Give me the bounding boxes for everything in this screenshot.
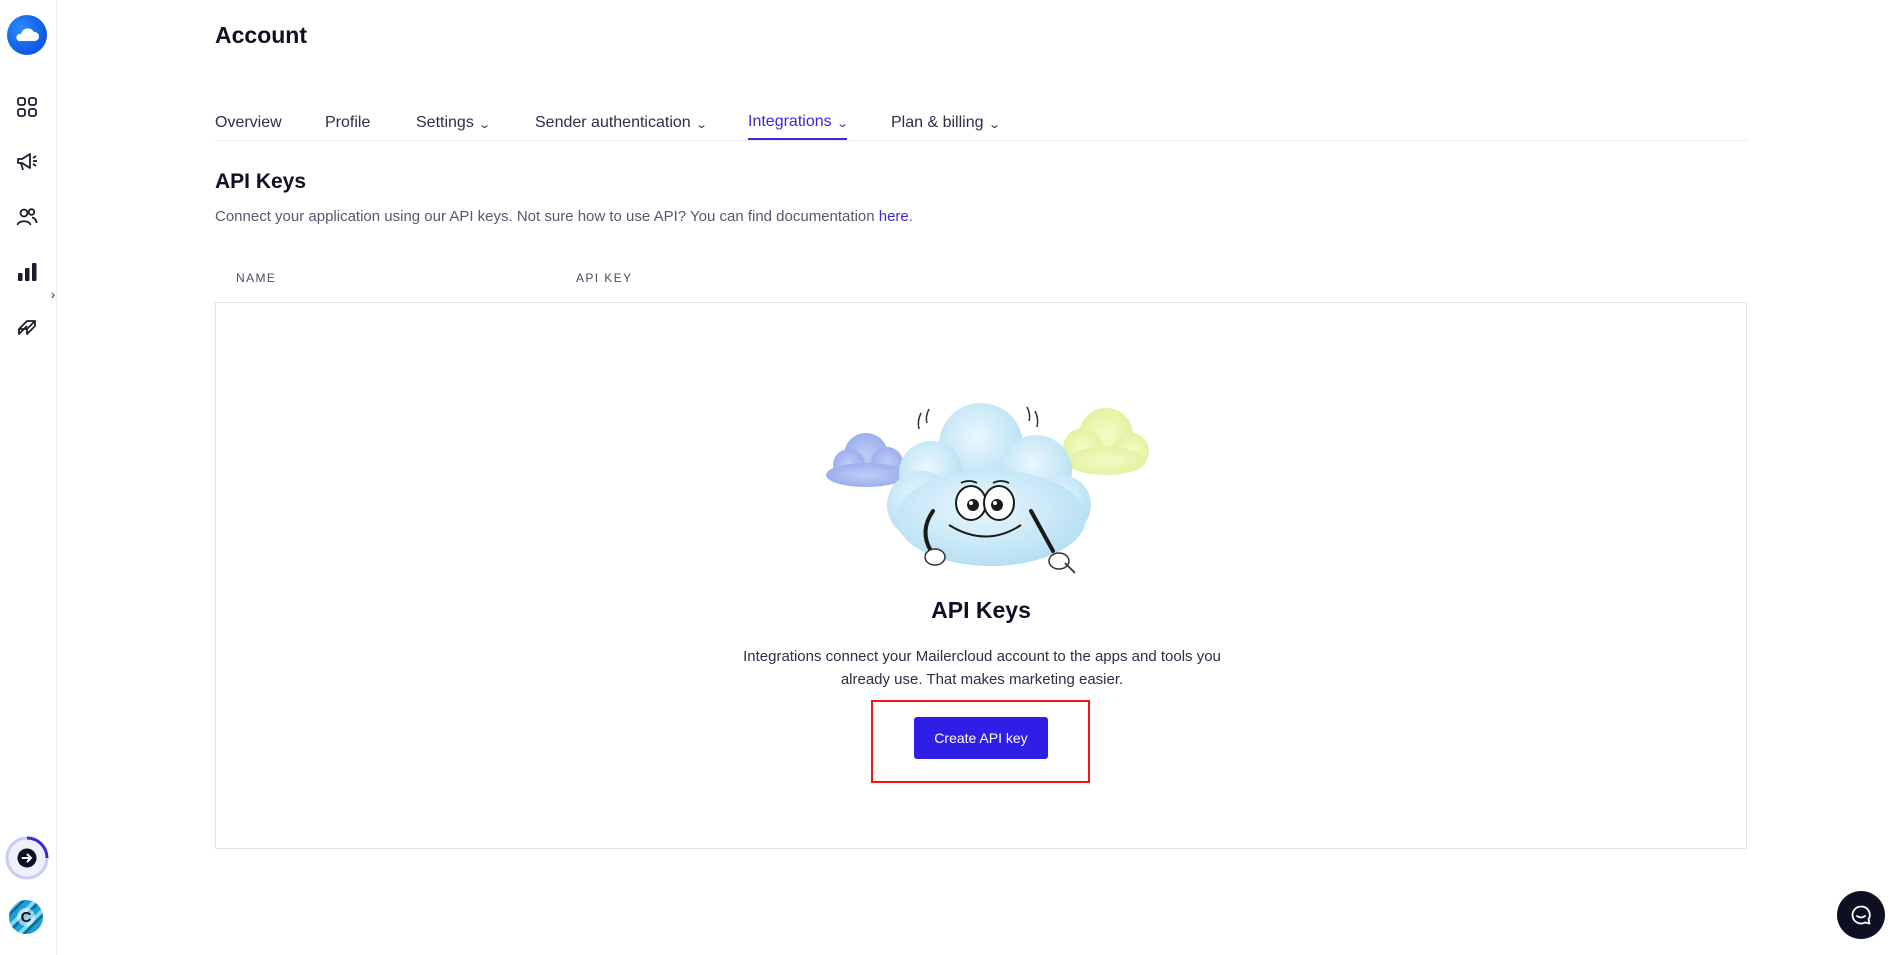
tab-settings[interactable]: Settings ⌄ <box>416 106 491 140</box>
avatar[interactable]: C <box>9 900 43 934</box>
contacts-icon[interactable] <box>12 202 42 232</box>
section-title: API Keys <box>215 170 307 193</box>
chevron-down-icon: ⌄ <box>987 118 1001 131</box>
tab-label: Integrations <box>748 113 832 130</box>
tab-label: Plan & billing <box>891 114 984 131</box>
section-description: Connect your application using our API k… <box>215 208 913 225</box>
sidebar: › C <box>0 0 57 955</box>
campaigns-icon[interactable] <box>12 147 42 177</box>
page-title: Account <box>215 22 307 48</box>
automation-icon[interactable] <box>12 312 42 342</box>
tab-label: Sender authentication <box>535 114 691 131</box>
column-header-name[interactable]: NAME <box>236 271 276 285</box>
collapse-sidebar-button[interactable]: › <box>47 286 59 302</box>
dashboard-icon[interactable] <box>12 92 42 122</box>
description-suffix: . <box>908 208 913 225</box>
tab-overview[interactable]: Overview <box>215 106 282 140</box>
tab-plan-billing[interactable]: Plan & billing ⌄ <box>891 106 1001 140</box>
tab-label: Settings <box>416 114 474 131</box>
empty-state-description: Integrations connect your Mailercloud ac… <box>743 648 1221 688</box>
column-header-api-key[interactable]: API KEY <box>576 271 633 285</box>
tab-profile[interactable]: Profile <box>325 106 370 140</box>
chat-support-button[interactable] <box>1837 891 1885 939</box>
description-text: Connect your application using our API k… <box>215 208 879 225</box>
tab-integrations[interactable]: Integrations ⌄ <box>748 106 849 140</box>
tab-label: Overview <box>215 114 282 131</box>
api-keys-table: API Keys Integrations connect your Maile… <box>215 302 1747 849</box>
cloud-mascot-illustration <box>826 403 1149 574</box>
chevron-down-icon: ⌄ <box>835 117 849 130</box>
reports-icon[interactable] <box>12 257 42 287</box>
cloud-icon <box>16 28 40 41</box>
onboarding-progress-button[interactable] <box>4 835 50 881</box>
mailercloud-logo[interactable] <box>7 15 47 55</box>
empty-state-title: API Keys <box>931 597 1031 623</box>
tab-sender-authentication[interactable]: Sender authentication ⌄ <box>535 106 708 140</box>
account-tabs: Overview Profile Settings ⌄ Sender authe… <box>215 100 1747 141</box>
chat-bubble-icon <box>1851 905 1871 925</box>
avatar-letter: C <box>17 908 35 926</box>
chevron-down-icon: ⌄ <box>694 118 708 131</box>
documentation-link[interactable]: here <box>879 208 909 225</box>
create-api-key-button[interactable]: Create API key <box>914 717 1048 759</box>
chevron-down-icon: ⌄ <box>477 118 491 131</box>
tab-label: Profile <box>325 114 371 131</box>
